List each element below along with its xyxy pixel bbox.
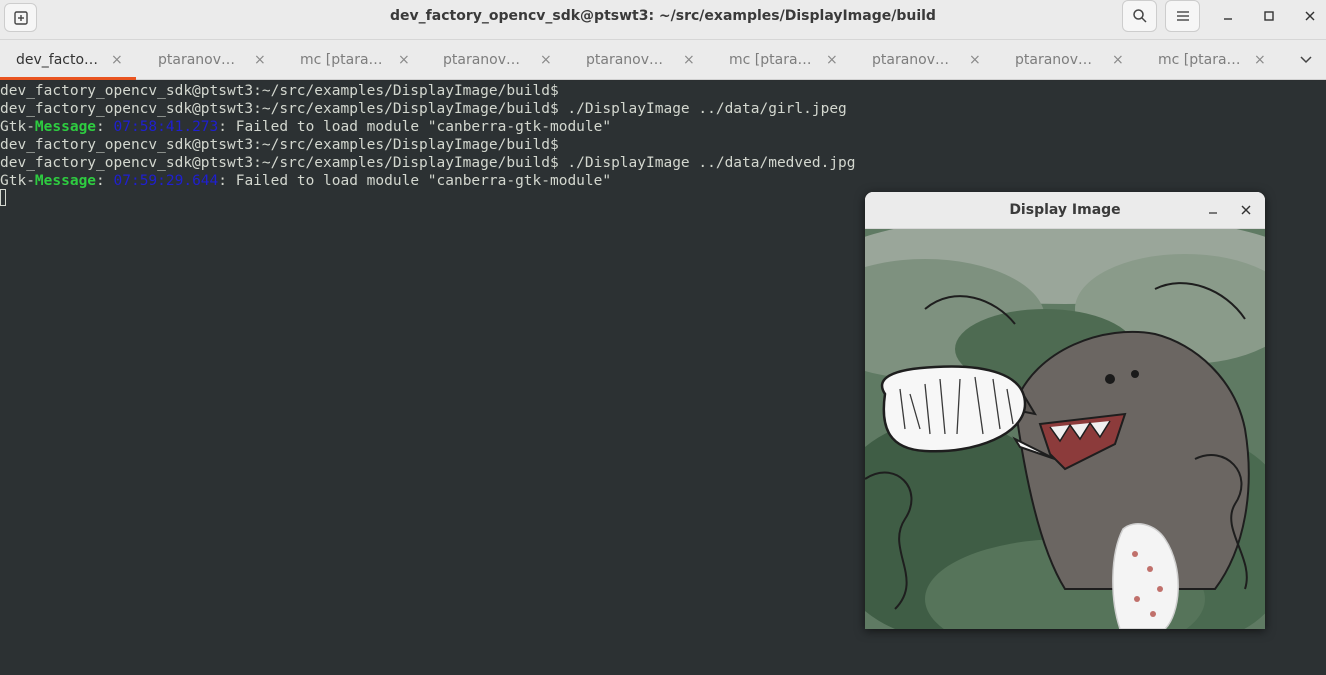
terminal-line: Gtk-Message: 07:58:41.273: Failed to loa… bbox=[0, 119, 612, 135]
dialog-minimize-button[interactable] bbox=[1202, 199, 1224, 221]
minimize-icon bbox=[1209, 212, 1217, 214]
tab-label: ptaranov… bbox=[443, 52, 521, 68]
tab-overflow-button[interactable] bbox=[1292, 40, 1320, 80]
tab-label: ptaranov… bbox=[158, 52, 236, 68]
display-image-window: Display Image bbox=[865, 192, 1265, 629]
tab-close-icon[interactable]: × bbox=[683, 40, 695, 80]
tab-label: ptaranov… bbox=[586, 52, 664, 68]
hamburger-menu-icon bbox=[1176, 11, 1189, 21]
close-button[interactable] bbox=[1297, 5, 1323, 27]
tab-label: mc [ptara… bbox=[729, 52, 812, 68]
terminal-line: dev_factory_opencv_sdk@ptswt3:~/src/exam… bbox=[0, 155, 856, 171]
tab-close-icon[interactable]: × bbox=[1254, 40, 1266, 80]
maximize-button[interactable] bbox=[1256, 5, 1282, 27]
minimize-button[interactable] bbox=[1215, 5, 1241, 27]
minimize-icon bbox=[1224, 18, 1232, 20]
terminal-line: Gtk-Message: 07:59:29.644: Failed to loa… bbox=[0, 173, 612, 189]
terminal-cursor bbox=[0, 189, 6, 206]
tab-1[interactable]: ptaranov… × bbox=[143, 40, 286, 80]
tab-3[interactable]: ptaranov… × bbox=[429, 40, 572, 80]
tab-bar: dev_facto… × ptaranov… × mc [ptara… × pt… bbox=[0, 40, 1326, 80]
terminal-line: dev_factory_opencv_sdk@ptswt3:~/src/exam… bbox=[0, 83, 559, 99]
tab-label: mc [ptara… bbox=[1158, 52, 1241, 68]
tab-4[interactable]: ptaranov… × bbox=[572, 40, 715, 80]
tab-0[interactable]: dev_facto… × bbox=[0, 40, 143, 80]
tab-close-icon[interactable]: × bbox=[969, 40, 981, 80]
tab-close-icon[interactable]: × bbox=[540, 40, 552, 80]
tab-close-icon[interactable]: × bbox=[111, 40, 123, 80]
dialog-close-button[interactable] bbox=[1235, 199, 1257, 221]
active-tab-indicator bbox=[0, 77, 136, 80]
tab-2[interactable]: mc [ptara… × bbox=[286, 40, 429, 80]
maximize-icon bbox=[1264, 11, 1274, 21]
tab-7[interactable]: ptaranov… × bbox=[1001, 40, 1144, 80]
search-icon bbox=[1132, 9, 1147, 23]
tab-close-icon[interactable]: × bbox=[254, 40, 266, 80]
tab-6[interactable]: ptaranov… × bbox=[858, 40, 1001, 80]
tab-8[interactable]: mc [ptara… × bbox=[1144, 40, 1287, 80]
tab-label: mc [ptara… bbox=[300, 52, 383, 68]
tab-label: dev_facto… bbox=[16, 52, 99, 68]
tab-close-icon[interactable]: × bbox=[826, 40, 838, 80]
new-tab-icon bbox=[13, 10, 28, 25]
display-image-titlebar[interactable]: Display Image bbox=[865, 192, 1265, 229]
search-button[interactable] bbox=[1122, 0, 1157, 32]
terminal-line: dev_factory_opencv_sdk@ptswt3:~/src/exam… bbox=[0, 101, 847, 117]
chevron-down-icon bbox=[1300, 56, 1312, 64]
close-icon bbox=[1305, 11, 1315, 21]
menu-button[interactable] bbox=[1165, 0, 1200, 32]
tab-close-icon[interactable]: × bbox=[1112, 40, 1124, 80]
close-icon bbox=[1241, 205, 1251, 215]
tab-label: ptaranov… bbox=[1015, 52, 1093, 68]
tab-5[interactable]: mc [ptara… × bbox=[715, 40, 858, 80]
title-bar: dev_factory_opencv_sdk@ptswt3: ~/src/exa… bbox=[0, 0, 1326, 40]
terminal-line: dev_factory_opencv_sdk@ptswt3:~/src/exam… bbox=[0, 137, 559, 153]
bear-drawing-image bbox=[865, 229, 1265, 629]
tab-label: ptaranov… bbox=[872, 52, 950, 68]
tab-close-icon[interactable]: × bbox=[398, 40, 410, 80]
new-tab-button[interactable] bbox=[4, 3, 37, 32]
